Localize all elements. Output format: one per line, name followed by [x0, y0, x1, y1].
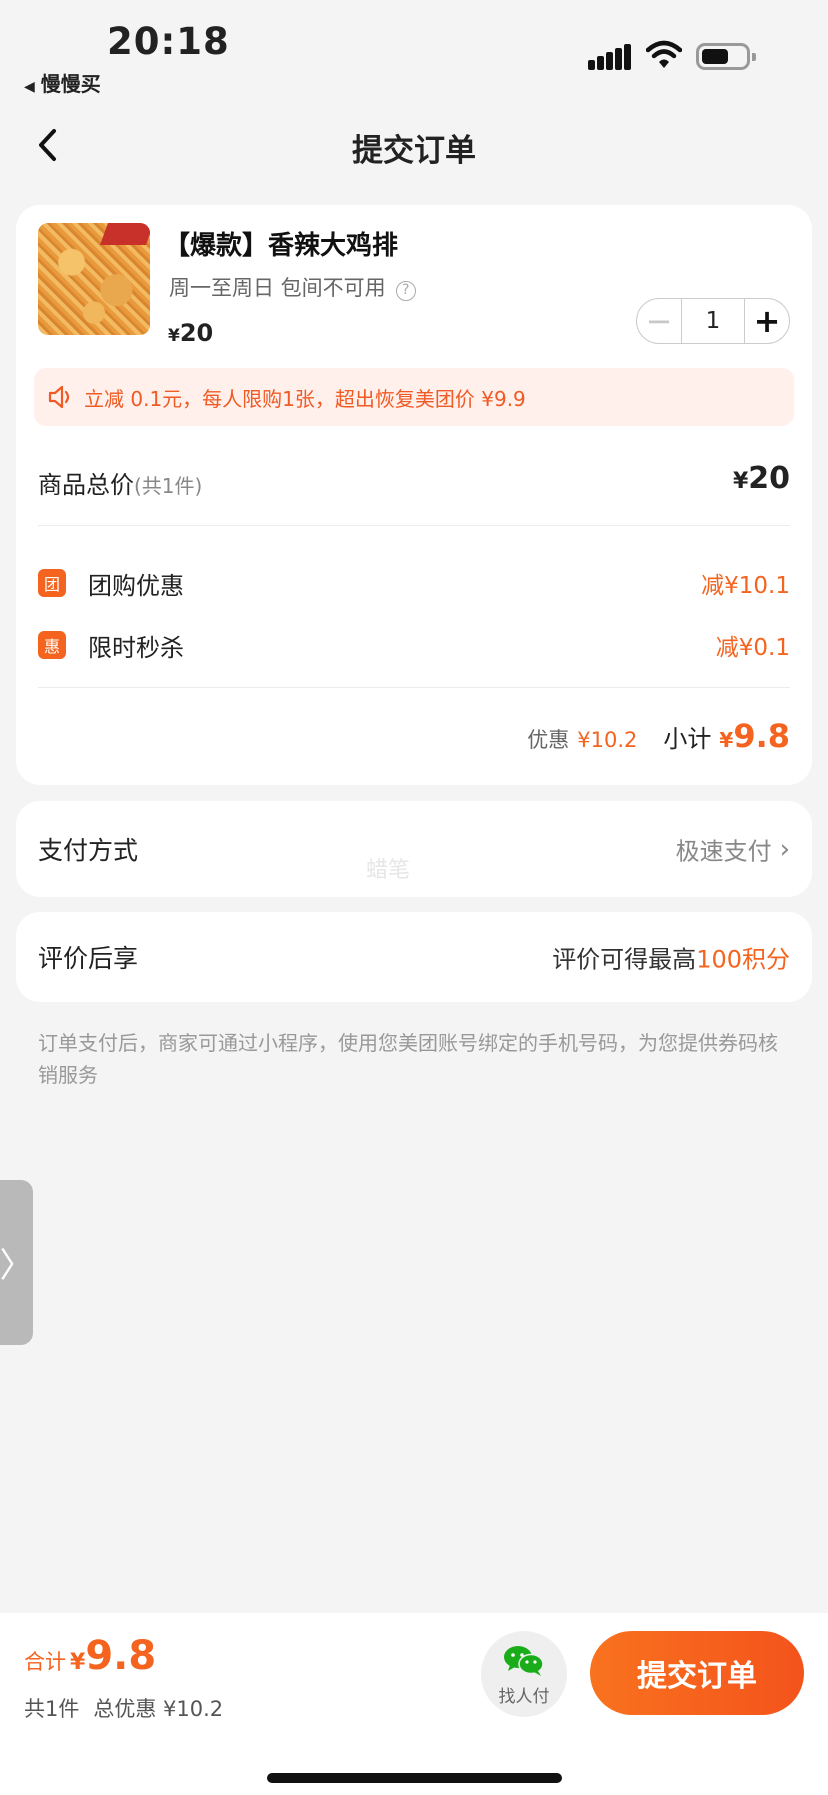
payment-method-label: 支付方式 — [38, 836, 139, 865]
quantity-value[interactable]: 1 — [681, 299, 745, 343]
speaker-icon — [48, 385, 70, 409]
promo-banner: 立减 0.1元，每人限购1张，超出恢复美团价 ¥9.9 — [34, 368, 794, 426]
total-discount: 总优惠 ¥10.2 — [93, 1697, 224, 1721]
find-someone-pay-button[interactable]: 找人付 — [481, 1631, 567, 1717]
availability-text: 周一至周日 包间不可用 — [169, 276, 386, 300]
back-app-label: 慢慢买 — [40, 72, 101, 96]
subtotal-label: 小计 — [663, 725, 712, 753]
discount-label: 团购优惠 — [88, 571, 184, 600]
payment-method-value[interactable]: 极速支付 › — [676, 832, 790, 867]
subtotal-value: ¥9.8 — [719, 717, 790, 755]
status-time: 20:18 — [107, 20, 230, 63]
page-title: 提交订单 — [352, 133, 476, 169]
increase-quantity-button[interactable]: + — [745, 299, 789, 342]
back-to-app-link[interactable]: ◀ 慢慢买 — [24, 68, 101, 97]
saved-label: 优惠 — [527, 728, 570, 752]
review-points: 100积分 — [696, 945, 790, 974]
order-total-value: 9.8 — [85, 1633, 157, 1679]
goods-total-label: 商品总价 — [38, 471, 134, 499]
cellular-signal-icon — [588, 44, 632, 70]
goods-total-amount: 20 — [748, 461, 790, 496]
bottom-bar: 合计 ¥ 9.8 共1件 总优惠 ¥10.2 找人付 提交订单 — [0, 1613, 828, 1795]
review-reward-prefix: 评价可得最高 — [552, 945, 697, 974]
divider — [38, 525, 790, 526]
item-count: 共1件 — [24, 1697, 80, 1721]
order-total-symbol: ¥ — [70, 1650, 86, 1675]
goods-total-value: ¥20 — [733, 461, 790, 496]
discount-value: 减¥0.1 — [715, 635, 790, 661]
wechat-icon — [504, 1646, 544, 1676]
payment-method-text: 极速支付 — [675, 837, 772, 866]
goods-count: (共1件) — [134, 474, 203, 498]
review-reward-text: 评价可得最高 100积分 — [552, 940, 790, 975]
product-image[interactable] — [38, 223, 150, 335]
status-bar: 20:18 ◀ 慢慢买 — [0, 0, 828, 100]
battery-icon — [696, 43, 756, 70]
subtotal-amount: 9.8 — [733, 717, 790, 755]
discount-value: 减¥10.1 — [701, 573, 790, 599]
chevron-right-icon: 〉 — [0, 1246, 34, 1286]
home-indicator[interactable] — [267, 1773, 562, 1783]
review-reward-row: 评价后享 评价可得最高 100积分 — [16, 912, 812, 1002]
goods-total-symbol: ¥ — [732, 469, 749, 494]
side-expand-tab[interactable]: 〉 — [0, 1180, 34, 1345]
quantity-stepper: − 1 + — [636, 298, 790, 344]
decrease-quantity-button[interactable]: − — [637, 299, 681, 342]
price-value: 20 — [179, 319, 214, 347]
payment-method-row[interactable]: 支付方式 极速支付 › — [16, 801, 812, 897]
product-price: ¥20 — [168, 319, 213, 347]
submit-order-button[interactable]: 提交订单 — [590, 1631, 804, 1715]
price-symbol: ¥ — [168, 326, 180, 346]
wifi-icon — [646, 40, 682, 68]
order-notice: 订单支付后，商家可通过小程序，使用您美团账号绑定的手机号码，为您提供券码核销服务 — [38, 1031, 778, 1087]
back-triangle-icon: ◀ — [24, 79, 35, 95]
order-total-label: 合计 — [24, 1650, 66, 1674]
subtotal-row: 优惠 ¥10.2 小计 ¥9.8 — [527, 717, 790, 755]
discount-row-flash-sale: 惠 限时秒杀 减¥0.1 — [38, 625, 790, 665]
divider — [38, 687, 790, 688]
nav-bar: 提交订单 — [0, 105, 828, 185]
review-label: 评价后享 — [38, 944, 139, 973]
order-count-line: 共1件 总优惠 ¥10.2 — [24, 1693, 223, 1723]
chevron-right-icon: › — [779, 834, 790, 864]
flash-sale-badge-icon: 惠 — [38, 631, 66, 659]
order-card: 【爆款】香辣大鸡排 周一至周日 包间不可用? ¥20 − 1 + 立减 0.1元… — [16, 205, 812, 785]
promo-text: 立减 0.1元，每人限购1张，超出恢复美团价 ¥9.9 — [84, 386, 526, 411]
watermark-text: 蜡笔 — [366, 858, 411, 883]
discount-label: 限时秒杀 — [88, 633, 184, 662]
product-title[interactable]: 【爆款】香辣大鸡排 — [164, 225, 398, 262]
group-buy-badge-icon: 团 — [38, 569, 66, 597]
order-total: 合计 ¥ 9.8 — [24, 1633, 156, 1679]
find-pay-label: 找人付 — [498, 1687, 550, 1707]
saved-value: ¥10.2 — [577, 728, 638, 752]
subtotal-symbol: ¥ — [719, 728, 734, 752]
goods-total-row: 商品总价(共1件) ¥20 — [38, 461, 790, 505]
help-icon[interactable]: ? — [395, 281, 416, 301]
discount-row-group-buy: 团 团购优惠 减¥10.1 — [38, 563, 790, 603]
product-availability: 周一至周日 包间不可用? — [169, 272, 416, 302]
